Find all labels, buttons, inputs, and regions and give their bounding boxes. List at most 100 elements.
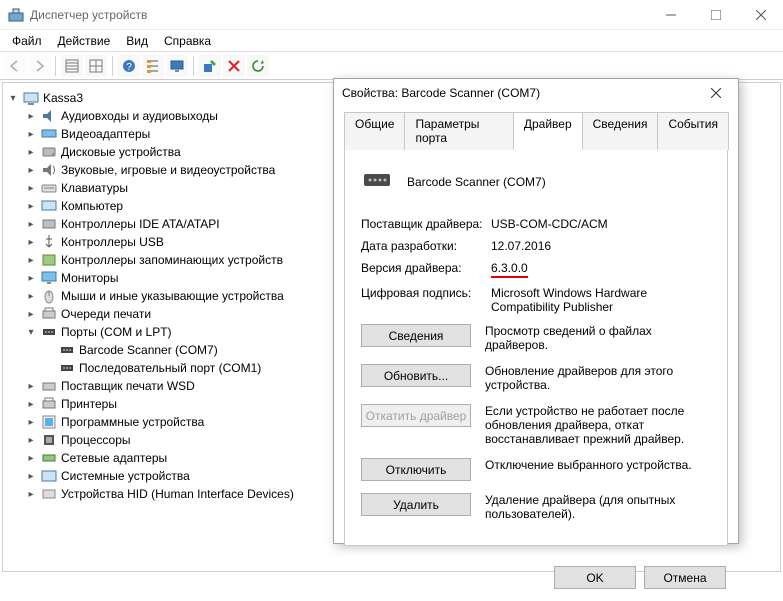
network-icon <box>41 450 57 466</box>
category-label: Процессоры <box>61 433 131 447</box>
toolbar-delete-icon[interactable] <box>223 55 245 77</box>
tab-port[interactable]: Параметры порта <box>404 112 513 150</box>
expand-icon[interactable]: ▸ <box>25 165 37 176</box>
expand-icon[interactable]: ▸ <box>25 489 37 500</box>
uninstall-button[interactable]: Удалить <box>361 493 471 516</box>
menu-view[interactable]: Вид <box>118 32 156 50</box>
collapse-icon[interactable]: ▾ <box>7 93 19 104</box>
toolbar-list-icon[interactable] <box>61 55 83 77</box>
vendor-label: Поставщик драйвера: <box>361 217 491 231</box>
expand-icon[interactable]: ▸ <box>25 435 37 446</box>
signature-label: Цифровая подпись: <box>361 286 491 314</box>
category-label: Поставщик печати WSD <box>61 379 195 393</box>
dialog-titlebar: Свойства: Barcode Scanner (COM7) <box>334 79 738 107</box>
category-label: Компьютер <box>61 199 123 213</box>
rollback-button: Откатить драйвер <box>361 404 471 427</box>
expand-icon[interactable]: ▸ <box>25 219 37 230</box>
category-label: Мониторы <box>61 271 118 285</box>
tab-details[interactable]: Сведения <box>582 112 659 150</box>
maximize-button[interactable] <box>693 0 738 30</box>
toolbar-scan-icon[interactable] <box>199 55 221 77</box>
sound-icon <box>41 162 57 178</box>
expand-icon[interactable]: ▸ <box>25 183 37 194</box>
expand-icon[interactable]: ▸ <box>25 147 37 158</box>
cpu-icon <box>41 432 57 448</box>
category-label: Принтеры <box>61 397 117 411</box>
category-label: Видеоадаптеры <box>61 127 150 141</box>
update-button[interactable]: Обновить... <box>361 364 471 387</box>
device-label: Barcode Scanner (COM7) <box>79 343 218 357</box>
device-name: Barcode Scanner (COM7) <box>407 175 546 189</box>
category-label: Аудиовходы и аудиовыходы <box>61 109 218 123</box>
system-device-icon <box>41 468 57 484</box>
computer-icon <box>23 90 39 106</box>
category-label: Сетевые адаптеры <box>61 451 167 465</box>
ports-icon <box>41 324 57 340</box>
kv-vendor: Поставщик драйвера: USB-COM-CDC/ACM <box>361 217 711 231</box>
tab-events[interactable]: События <box>657 112 729 150</box>
expand-icon[interactable]: ▸ <box>25 111 37 122</box>
menu-action[interactable]: Действие <box>50 32 119 50</box>
expand-icon[interactable]: ▸ <box>25 399 37 410</box>
details-button[interactable]: Сведения <box>361 324 471 347</box>
toolbar-forward[interactable] <box>28 55 50 77</box>
menu-file[interactable]: Файл <box>4 32 50 50</box>
toolbar: ? <box>0 52 783 80</box>
date-value: 12.07.2016 <box>491 239 711 253</box>
hid-icon <box>41 486 57 502</box>
category-label: Клавиатуры <box>61 181 128 195</box>
expand-icon[interactable]: ▸ <box>25 381 37 392</box>
dialog-body: Общие Параметры порта Драйвер Сведения С… <box>334 107 738 556</box>
minimize-button[interactable] <box>648 0 693 30</box>
expand-icon[interactable]: ▸ <box>25 273 37 284</box>
window-title: Диспетчер устройств <box>30 8 648 22</box>
tab-driver[interactable]: Драйвер <box>513 112 583 150</box>
close-button[interactable] <box>738 0 783 30</box>
expand-icon[interactable]: ▸ <box>25 237 37 248</box>
kv-version: Версия драйвера: 6.3.0.0 <box>361 261 711 278</box>
wsd-print-icon <box>41 378 57 394</box>
keyboard-icon <box>41 180 57 196</box>
com-port-icon <box>59 360 75 376</box>
expand-icon[interactable]: ▸ <box>25 291 37 302</box>
window-titlebar: Диспетчер устройств <box>0 0 783 30</box>
monitor-icon <box>41 270 57 286</box>
toolbar-grid-icon[interactable] <box>85 55 107 77</box>
expand-icon[interactable]: ▸ <box>25 255 37 266</box>
display-adapter-icon <box>41 126 57 142</box>
category-label: Порты (COM и LPT) <box>61 325 172 339</box>
expand-icon[interactable]: ▸ <box>25 417 37 428</box>
toolbar-help-icon[interactable]: ? <box>118 55 140 77</box>
expand-icon[interactable]: ▸ <box>25 453 37 464</box>
expand-icon[interactable]: ▸ <box>25 201 37 212</box>
ok-button[interactable]: OK <box>554 566 636 589</box>
toolbar-refresh-icon[interactable] <box>247 55 269 77</box>
category-label: Устройства HID (Human Interface Devices) <box>61 487 294 501</box>
version-label: Версия драйвера: <box>361 261 491 278</box>
driver-actions: Сведения Просмотр сведений о файлах драй… <box>361 324 711 521</box>
category-label: Программные устройства <box>61 415 204 429</box>
tab-general[interactable]: Общие <box>344 112 405 150</box>
category-label: Контроллеры IDE ATA/ATAPI <box>61 217 220 231</box>
toolbar-tree-icon[interactable] <box>142 55 164 77</box>
storage-controller-icon <box>41 252 57 268</box>
menu-help[interactable]: Справка <box>156 32 219 50</box>
dialog-title: Свойства: Barcode Scanner (COM7) <box>342 86 702 100</box>
toolbar-back[interactable] <box>4 55 26 77</box>
print-queue-icon <box>41 306 57 322</box>
disable-button[interactable]: Отключить <box>361 458 471 481</box>
date-label: Дата разработки: <box>361 239 491 253</box>
category-label: Контроллеры запоминающих устройств <box>61 253 283 267</box>
collapse-icon[interactable]: ▾ <box>25 327 37 338</box>
tab-strip: Общие Параметры порта Драйвер Сведения С… <box>344 111 728 150</box>
expand-icon[interactable]: ▸ <box>25 471 37 482</box>
dialog-close-button[interactable] <box>702 79 730 107</box>
toolbar-monitor-icon[interactable] <box>166 55 188 77</box>
kv-date: Дата разработки: 12.07.2016 <box>361 239 711 253</box>
cancel-button[interactable]: Отмена <box>644 566 726 589</box>
toolbar-sep <box>112 56 113 76</box>
device-large-icon <box>361 164 393 199</box>
category-label: Звуковые, игровые и видеоустройства <box>61 163 275 177</box>
expand-icon[interactable]: ▸ <box>25 129 37 140</box>
expand-icon[interactable]: ▸ <box>25 309 37 320</box>
